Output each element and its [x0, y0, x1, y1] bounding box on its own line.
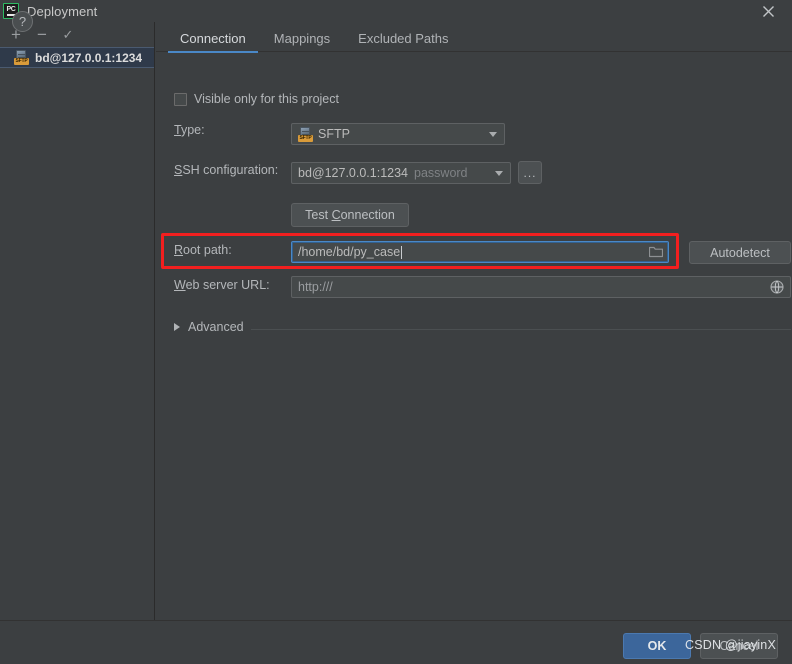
folder-icon[interactable]: [648, 246, 664, 258]
tab-mappings[interactable]: Mappings: [260, 31, 344, 52]
chevron-down-icon: [495, 171, 503, 176]
set-default-server-button[interactable]: ✓: [56, 23, 80, 45]
sftp-tag-label: SFTP: [14, 58, 29, 65]
test-connection-button[interactable]: Test Connection: [291, 203, 409, 227]
tab-excluded-paths[interactable]: Excluded Paths: [344, 31, 462, 52]
type-label: Type:: [174, 123, 205, 137]
type-value: SFTP: [318, 127, 350, 141]
cancel-button[interactable]: Cancel: [700, 633, 778, 659]
globe-icon[interactable]: [770, 280, 784, 294]
ssh-config-label: SSH configuration:: [174, 163, 279, 177]
type-combobox[interactable]: SFTP SFTP: [291, 123, 505, 145]
web-server-url-label: Web server URL:: [174, 278, 270, 292]
root-path-label: Root path:: [174, 243, 232, 257]
server-list: SFTP bd@127.0.0.1:1234: [0, 47, 154, 68]
root-path-label-wrap: Root path:: [174, 243, 232, 257]
ssh-config-browse-button[interactable]: ...: [518, 161, 542, 184]
sidebar-item-label: bd@127.0.0.1:1234: [35, 50, 143, 65]
chevron-right-icon: [174, 323, 180, 331]
chevron-down-icon: [489, 132, 497, 137]
root-path-value: /home/bd/py_case: [298, 245, 401, 259]
help-button[interactable]: ?: [12, 11, 33, 32]
web-server-url-label-wrap: Web server URL:: [174, 278, 270, 292]
advanced-label: Advanced: [188, 320, 244, 334]
close-icon[interactable]: [754, 0, 782, 22]
autodetect-button[interactable]: Autodetect: [689, 241, 791, 264]
root-path-input[interactable]: /home/bd/py_case: [291, 241, 669, 263]
title-bar: PC Deployment: [0, 0, 792, 22]
ssh-config-auth-hint: password: [414, 166, 468, 180]
sidebar-item-server[interactable]: SFTP bd@127.0.0.1:1234: [0, 47, 154, 68]
sftp-protocol-icon: SFTP: [298, 126, 313, 142]
visible-only-checkbox[interactable]: [174, 92, 187, 106]
web-server-url-value: http:///: [298, 280, 333, 294]
remove-server-button[interactable]: −: [30, 23, 54, 45]
deployment-dialog: PC Deployment + − ✓ SFTP bd@127.0.0.1:12…: [0, 0, 792, 664]
ssh-config-combobox[interactable]: bd@127.0.0.1:1234 password: [291, 162, 511, 184]
sftp-protocol-tag: SFTP: [298, 134, 313, 142]
window-title: Deployment: [27, 3, 98, 19]
ssh-config-label-wrap: SSH configuration:: [174, 163, 278, 177]
sftp-server-icon: SFTP: [14, 50, 29, 65]
tab-connection[interactable]: Connection: [166, 31, 260, 53]
visible-only-row: Visible only for this project: [174, 92, 339, 106]
advanced-toggle[interactable]: Advanced: [174, 320, 244, 334]
server-list-sidebar: + − ✓ SFTP bd@127.0.0.1:1234: [0, 22, 155, 620]
ssh-config-value: bd@127.0.0.1:1234: [298, 166, 409, 180]
connection-form: Visible only for this project Type: SFTP…: [156, 52, 792, 334]
ok-button[interactable]: OK: [623, 633, 691, 659]
tab-bar: Connection Mappings Excluded Paths: [156, 22, 792, 53]
advanced-separator: [251, 329, 791, 330]
main-panel: Connection Mappings Excluded Paths Visib…: [156, 22, 792, 620]
visible-only-label: Visible only for this project: [194, 92, 339, 106]
web-server-url-input[interactable]: http:///: [291, 276, 791, 298]
type-label-wrap: Type:: [174, 123, 205, 137]
